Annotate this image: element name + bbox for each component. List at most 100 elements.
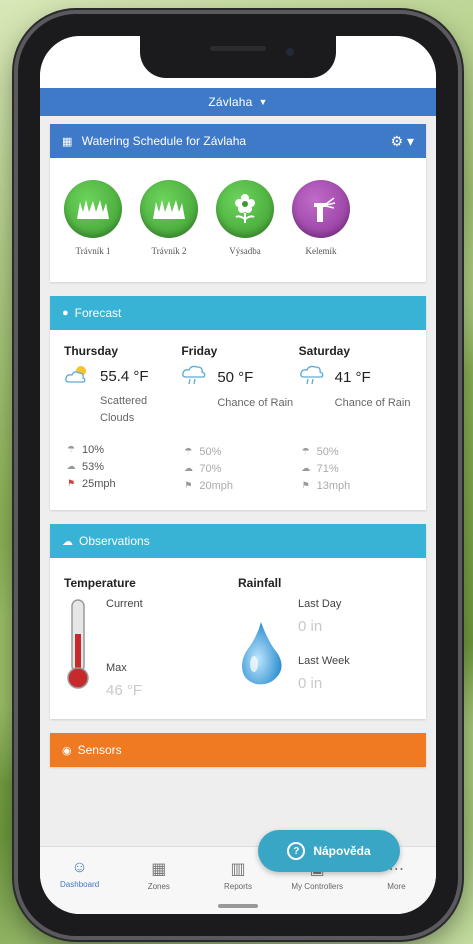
- last-day-label: Last Day: [298, 598, 342, 610]
- zone-item-2[interactable]: Trávník 2: [140, 180, 198, 256]
- zone-label: Trávník 1: [75, 246, 111, 256]
- wind-icon: ⚑: [66, 478, 76, 488]
- zone-label: Kelemik: [305, 246, 337, 256]
- observations-header: ☁ Observations: [50, 524, 426, 558]
- observations-body: Temperature Current Max 46 °F Rainfall L…: [50, 558, 426, 719]
- smiley-icon: ☺: [71, 859, 88, 876]
- wind-icon: ⚑: [301, 480, 310, 490]
- nav-label: Reports: [224, 882, 253, 891]
- day-name: Friday: [181, 344, 218, 358]
- dashboard-content: ▦ Watering Schedule for Závlaha ⚙ ▾ Tráv…: [40, 116, 436, 767]
- sensors-card: ◉ Sensors: [50, 733, 426, 767]
- schedule-card: ▦ Watering Schedule for Závlaha ⚙ ▾ Tráv…: [50, 124, 426, 282]
- circle-icon: ●: [62, 307, 69, 319]
- phone-frame: Závlaha ▼ ▦ Watering Schedule for Závlah…: [18, 14, 458, 936]
- day-condition: Chance of Rain: [334, 397, 411, 409]
- speaker-icon: [210, 46, 266, 51]
- forecast-day-thursday: Thursday 55.4 °F Scattered Clouds ☂ 10% ☁…: [64, 344, 181, 494]
- zone-list: Trávník 1 Trávník 2 Výsadba Kelemik: [50, 158, 426, 282]
- precipitation-icon: ☂: [184, 446, 193, 456]
- rainfall-title: Rainfall: [238, 576, 282, 590]
- temperature-section: Temperature Current Max 46 °F: [64, 576, 238, 699]
- nav-dashboard[interactable]: ☺ Dashboard: [40, 859, 119, 914]
- zone-item-3[interactable]: Výsadba: [216, 180, 274, 256]
- wind-value: 13mph: [316, 479, 351, 492]
- grass-icon: [140, 180, 198, 238]
- partly-cloudy-icon: [64, 364, 92, 389]
- day-condition: Scattered Clouds: [100, 395, 148, 424]
- rain-cloud-icon: [181, 364, 209, 391]
- current-label: Current: [106, 598, 143, 610]
- forecast-days: Thursday 55.4 °F Scattered Clouds ☂ 10% ☁…: [50, 330, 426, 510]
- precip-value: 10%: [82, 443, 105, 456]
- humidity-value: 71%: [316, 462, 339, 475]
- zone-label: Výsadba: [229, 246, 261, 256]
- sensor-icon: ◉: [62, 744, 72, 757]
- help-button[interactable]: ? Nápověda: [258, 830, 400, 872]
- humidity-icon: ☁: [66, 461, 76, 471]
- question-icon: ?: [287, 842, 306, 860]
- last-day-value: 0 in: [298, 618, 323, 635]
- humidity-icon: ☁: [183, 463, 193, 473]
- forecast-header: ● Forecast: [50, 296, 426, 330]
- sprinkler-icon: [292, 180, 350, 238]
- nav-zones[interactable]: ▦ Zones: [119, 859, 198, 914]
- caret-down-icon: ▼: [258, 97, 268, 107]
- flower-icon: [216, 180, 274, 238]
- rain-cloud-icon: [299, 364, 327, 391]
- humidity-value: 70%: [199, 462, 222, 475]
- day-temperature: 41 °F: [334, 369, 371, 386]
- gear-icon[interactable]: ⚙ ▾: [391, 133, 414, 150]
- phone-notch: [140, 36, 336, 78]
- day-temperature: 55.4 °F: [100, 368, 149, 385]
- home-indicator: [218, 904, 258, 908]
- day-temperature: 50 °F: [217, 369, 254, 386]
- thermometer-icon: [64, 598, 92, 699]
- controller-name: Závlaha: [208, 95, 253, 109]
- nav-label: My Controllers: [291, 882, 343, 891]
- rainfall-section: Rainfall Last Day 0 in Last Week 0 in: [238, 576, 412, 699]
- forecast-day-friday: Friday 50 °F Chance of Rain ☂ 50% ☁ 70% ⚑ 2…: [181, 344, 298, 494]
- last-week-value: 0 in: [298, 675, 323, 692]
- wind-value: 20mph: [199, 479, 233, 492]
- grass-icon: [64, 180, 122, 238]
- day-condition: Chance of Rain: [217, 397, 294, 409]
- humidity-icon: ☁: [301, 463, 311, 473]
- grid-icon: ▦: [151, 861, 167, 878]
- schedule-title: Watering Schedule for Závlaha: [81, 134, 247, 148]
- precip-value: 50%: [316, 445, 339, 458]
- cloud-icon: ☁: [62, 535, 73, 548]
- schedule-header: ▦ Watering Schedule for Závlaha ⚙ ▾: [50, 124, 426, 158]
- day-name: Saturday: [298, 344, 351, 358]
- water-drop-icon: [238, 598, 284, 692]
- precipitation-icon: ☂: [301, 446, 310, 456]
- temperature-title: Temperature: [64, 576, 136, 590]
- app-screen: Závlaha ▼ ▦ Watering Schedule for Závlah…: [40, 36, 436, 914]
- last-week-label: Last Week: [298, 655, 350, 667]
- zone-item-1[interactable]: Trávník 1: [64, 180, 122, 256]
- nav-label: Dashboard: [60, 880, 100, 889]
- observations-title: Observations: [79, 534, 150, 548]
- humidity-value: 53%: [82, 460, 105, 473]
- forecast-day-saturday: Saturday 41 °F Chance of Rain ☂ 50% ☁ 71% …: [299, 344, 416, 494]
- sensors-header: ◉ Sensors: [50, 733, 426, 767]
- wind-value: 25mph: [82, 477, 116, 490]
- forecast-card: ● Forecast Thursday 55.4 °F Scattered Cl…: [50, 296, 426, 510]
- nav-label: More: [387, 882, 406, 891]
- observations-card: ☁ Observations Temperature Current Max 4…: [50, 524, 426, 719]
- wind-icon: ⚑: [184, 480, 193, 490]
- help-button-label: Nápověda: [313, 844, 371, 858]
- forecast-title: Forecast: [74, 306, 122, 320]
- calendar-icon: ▦: [62, 136, 73, 148]
- day-name: Thursday: [64, 344, 119, 358]
- camera-icon: [286, 48, 294, 56]
- precip-value: 50%: [199, 445, 222, 458]
- nav-label: Zones: [147, 882, 170, 891]
- max-label: Max: [106, 662, 127, 674]
- controller-selector[interactable]: Závlaha ▼: [40, 88, 436, 116]
- sensors-title: Sensors: [77, 743, 122, 757]
- max-temperature-value: 46 °F: [106, 682, 143, 699]
- zone-item-4[interactable]: Kelemik: [292, 180, 350, 256]
- precipitation-icon: ☂: [66, 444, 76, 454]
- zone-label: Trávník 2: [151, 246, 187, 256]
